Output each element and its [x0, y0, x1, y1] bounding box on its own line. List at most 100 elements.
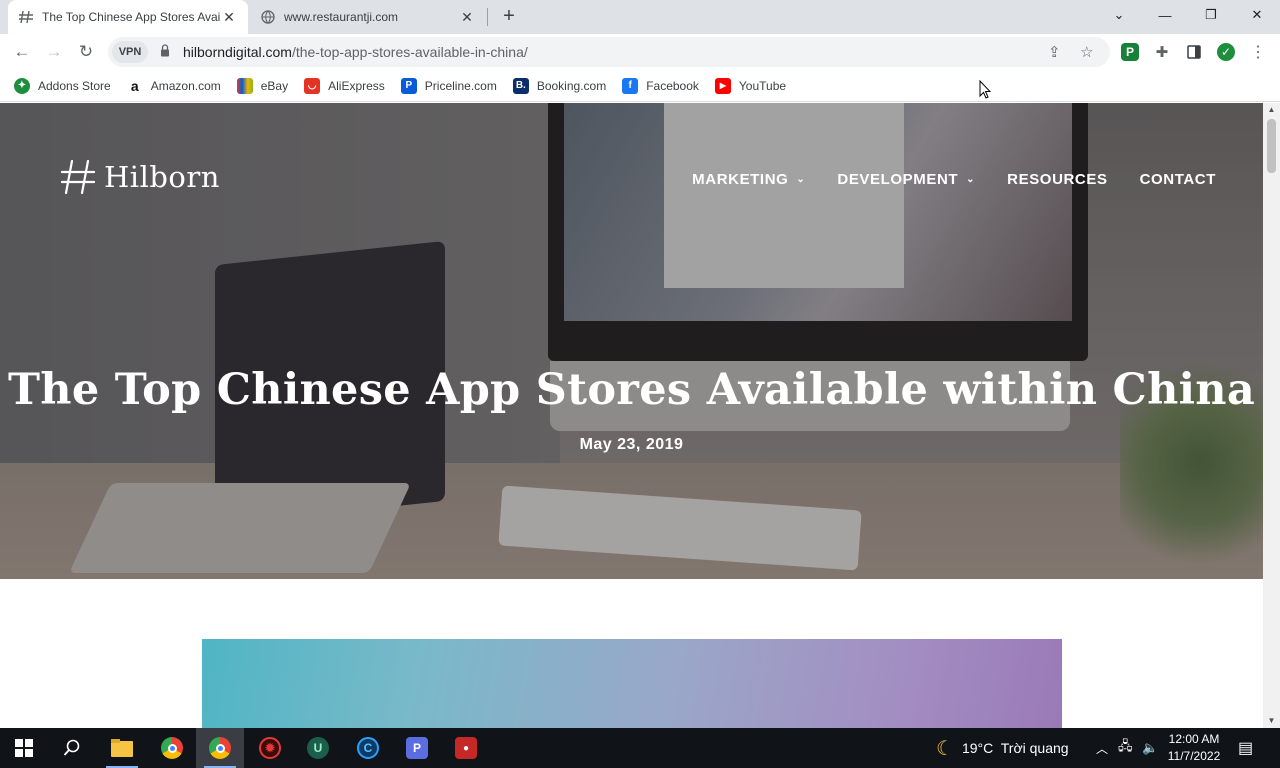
browser-active-icon[interactable] [196, 728, 244, 768]
amazon-icon: a [130, 77, 139, 94]
tray-chevron-up-icon[interactable]: ︿ [1096, 728, 1108, 768]
logo-text: Hilborn [104, 160, 220, 194]
site-logo[interactable]: Hilborn [60, 159, 220, 195]
windows-taskbar: ✹ U C P ● ☾ 19°C Trời quang ︿ 🖧 🔈 12:00 … [0, 728, 1280, 768]
bookmark-label: Booking.com [536, 78, 607, 93]
password-manager-icon[interactable]: P [1121, 43, 1139, 61]
scroll-thumb[interactable] [1267, 119, 1276, 173]
nav-development[interactable]: DEVELOPMENT ⌄ [837, 171, 975, 188]
bookmark-aliexpress[interactable]: ◡ AliExpress [304, 77, 385, 94]
bookmark-youtube[interactable]: ▶ YouTube [714, 77, 787, 94]
nav-marketing[interactable]: MARKETING ⌄ [692, 171, 805, 188]
scroll-down-arrow-icon[interactable]: ▼ [1263, 714, 1280, 728]
shield-check-icon[interactable]: ✓ [1217, 43, 1235, 61]
browser-toolbar: ← → ↻ VPN hilborndigital.com/the-top-app… [0, 34, 1280, 70]
bookmarks-bar: ✦ Addons Store a Amazon.com eBay ◡ AliEx… [0, 70, 1280, 102]
globe-icon [260, 9, 276, 25]
close-tab-icon[interactable]: ✕ [220, 8, 238, 26]
scroll-up-arrow-icon[interactable]: ▲ [1263, 103, 1280, 117]
tab-title: The Top Chinese App Stores Avai [42, 10, 220, 24]
chrome-icon[interactable] [148, 728, 196, 768]
ebay-icon [236, 77, 253, 94]
chevron-down-icon: ⌄ [966, 174, 976, 185]
tab-hilborn[interactable]: The Top Chinese App Stores Avai ✕ [8, 0, 248, 34]
p-app-icon[interactable]: P [393, 728, 441, 768]
url-host: hilborndigital.com [183, 44, 292, 60]
bookmark-priceline[interactable]: P Priceline.com [400, 77, 497, 94]
youtube-icon: ▶ [714, 77, 731, 94]
aliexpress-icon: ◡ [304, 77, 321, 94]
facebook-icon: f [622, 77, 639, 94]
hero-banner: Hilborn MARKETING ⌄ DEVELOPMENT ⌄ RESOUR… [0, 103, 1263, 579]
booking-icon: B. [512, 77, 529, 94]
bookmark-label: Facebook [646, 78, 699, 93]
moon-icon: ☾ [936, 737, 954, 760]
bookmark-facebook[interactable]: f Facebook [622, 77, 699, 94]
share-icon[interactable]: ⇪ [1048, 43, 1061, 61]
restore-icon[interactable]: ❐ [1188, 0, 1234, 30]
clock-date: 11/7/2022 [1167, 749, 1221, 763]
clock-time: 12:00 AM [1168, 732, 1220, 746]
minimize-icon[interactable]: — [1142, 0, 1188, 30]
menu-kebab-icon[interactable]: ⋮ [1249, 43, 1267, 61]
bookmark-label: YouTube [738, 78, 787, 93]
url-text[interactable]: hilborndigital.com/the-top-app-stores-av… [183, 44, 528, 60]
hilborn-favicon-icon [18, 9, 34, 25]
lock-icon[interactable] [160, 44, 170, 60]
page-scrollbar[interactable]: ▲ ▼ [1263, 103, 1280, 728]
security-app-icon[interactable]: ✹ [246, 728, 294, 768]
nav-label: DEVELOPMENT [837, 171, 959, 188]
bookmark-label: Priceline.com [424, 78, 497, 93]
file-explorer-icon[interactable] [98, 728, 146, 768]
priceline-icon: P [400, 77, 417, 94]
search-icon[interactable] [48, 728, 96, 768]
mouse-cursor-icon [979, 80, 991, 99]
network-icon[interactable]: 🖧 [1118, 728, 1133, 768]
nav-label: MARKETING [692, 171, 789, 188]
close-tab-icon[interactable]: ✕ [458, 8, 476, 26]
vpn-badge[interactable]: VPN [112, 41, 148, 63]
nav-label: CONTACT [1139, 171, 1216, 188]
tab-title: www.restaurantji.com [284, 10, 399, 24]
u-app-icon[interactable]: U [294, 728, 342, 768]
bookmark-label: AliExpress [328, 78, 385, 93]
tab-strip: The Top Chinese App Stores Avai ✕ www.re… [0, 0, 1280, 34]
bookmark-star-icon[interactable]: ☆ [1080, 43, 1093, 61]
close-window-icon[interactable]: ✕ [1234, 0, 1280, 30]
back-arrow-icon[interactable]: ← [8, 38, 36, 66]
extensions-puzzle-icon[interactable]: ✚ [1153, 43, 1171, 61]
forward-arrow-icon[interactable]: → [40, 38, 68, 66]
weather-text: 19°C Trời quang [961, 740, 1069, 756]
bookmark-ebay[interactable]: eBay [236, 77, 289, 94]
reload-icon[interactable]: ↻ [72, 38, 100, 66]
page-viewport: Hilborn MARKETING ⌄ DEVELOPMENT ⌄ RESOUR… [0, 103, 1263, 728]
recorder-icon[interactable]: ● [442, 728, 490, 768]
featured-image [202, 639, 1062, 728]
hilborn-logo-icon [60, 159, 96, 195]
nav-contact[interactable]: CONTACT [1140, 171, 1216, 188]
weather-widget[interactable]: ☾ 19°C Trời quang [936, 728, 1069, 768]
taskbar-clock[interactable]: 12:00 AM 11/7/2022 [1166, 731, 1222, 765]
tab-separator [487, 8, 488, 26]
bookmark-label: Addons Store [38, 78, 111, 93]
bookmark-label: Amazon.com [150, 78, 221, 93]
page-title: The Top Chinese App Stores Available wit… [7, 365, 1256, 415]
side-panel-icon[interactable] [1185, 43, 1203, 61]
post-date: May 23, 2019 [579, 436, 684, 453]
c-app-icon[interactable]: C [344, 728, 392, 768]
address-bar[interactable]: VPN hilborndigital.com/the-top-app-store… [108, 37, 1110, 67]
volume-icon[interactable]: 🔈 [1142, 728, 1158, 768]
windows-start-icon[interactable] [0, 728, 48, 768]
notifications-icon[interactable]: ▤ [1238, 728, 1253, 768]
nav-resources[interactable]: RESOURCES [1007, 171, 1107, 188]
bookmark-booking[interactable]: B. Booking.com [512, 77, 607, 94]
bookmark-label: eBay [260, 78, 289, 93]
nav-label: RESOURCES [1007, 171, 1108, 188]
chevron-down-icon: ⌄ [796, 174, 806, 185]
tab-restaurantji[interactable]: www.restaurantji.com ✕ [250, 0, 486, 34]
new-tab-button[interactable]: + [498, 6, 520, 28]
bookmark-amazon[interactable]: a Amazon.com [127, 78, 221, 94]
url-path: /the-top-app-stores-available-in-china/ [291, 44, 528, 60]
tab-search-chevron-icon[interactable]: ⌄ [1096, 0, 1142, 30]
bookmark-addons-store[interactable]: ✦ Addons Store [14, 77, 111, 94]
